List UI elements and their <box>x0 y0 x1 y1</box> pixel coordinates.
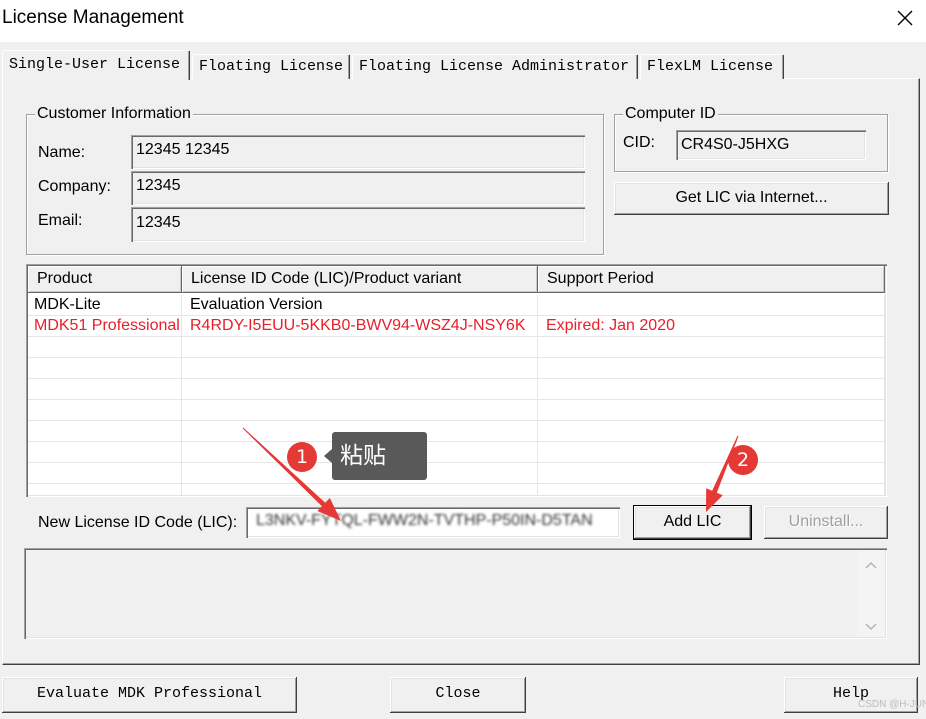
email-label: Email: <box>38 212 83 229</box>
new-lic-label: New License ID Code (LIC): <box>38 514 238 531</box>
close-button[interactable]: Close <box>390 677 526 713</box>
company-label: Company: <box>38 178 111 195</box>
cell-product: MDK51 Professional <box>28 316 182 337</box>
company-field[interactable]: 12345 <box>131 171 585 205</box>
column-header-support-period[interactable]: Support Period <box>538 266 885 293</box>
new-lic-value: L3NKV-FYTQL-FWW2N-TVTHP-P50IN-D5TAN <box>256 512 593 529</box>
tab-floating-license-administrator[interactable]: Floating License Administrator <box>352 54 638 79</box>
computer-id-title: Computer ID <box>623 104 718 124</box>
table-row[interactable]: MDK-Lite Evaluation Version <box>28 295 885 316</box>
tab-flexlm-license[interactable]: FlexLM License <box>640 54 784 79</box>
cid-field[interactable]: CR4S0-J5HXG <box>676 130 866 160</box>
customer-information-group: Customer Information Name: 12345 12345 C… <box>26 104 604 255</box>
step-2-badge: 2 <box>728 445 758 475</box>
cid-label: CID: <box>623 134 655 151</box>
cell-support-period: Expired: Jan 2020 <box>538 316 885 337</box>
paste-callout: 粘贴 <box>324 432 427 480</box>
step-1-badge: 1 <box>287 442 317 472</box>
vertical-scrollbar[interactable] <box>857 550 885 637</box>
new-lic-input[interactable]: L3NKV-FYTQL-FWW2N-TVTHP-P50IN-D5TAN <box>246 507 620 538</box>
cell-support-period <box>538 295 885 316</box>
uninstall-button[interactable]: Uninstall... <box>764 506 888 539</box>
tab-single-user-license[interactable]: Single-User License <box>2 50 190 80</box>
email-field[interactable]: 12345 <box>131 207 585 242</box>
watermark: CSDN @H-JUN <box>858 699 926 710</box>
computer-id-group: Computer ID CID: CR4S0-J5HXG <box>614 104 888 172</box>
close-icon[interactable] <box>893 6 917 30</box>
tab-floating-license[interactable]: Floating License <box>192 54 350 79</box>
cell-lic: R4RDY-I5EUU-5KKB0-BWV94-WSZ4J-NSY6K <box>182 316 538 337</box>
column-header-lic[interactable]: License ID Code (LIC)/Product variant <box>182 266 538 293</box>
cell-product: MDK-Lite <box>28 295 182 316</box>
empty-row <box>28 484 885 495</box>
empty-row <box>28 337 885 358</box>
title-bar: License Management <box>0 0 926 42</box>
chevron-down-icon[interactable] <box>864 621 878 631</box>
chevron-up-icon[interactable] <box>864 561 878 571</box>
column-header-product[interactable]: Product <box>28 266 182 293</box>
list-header: Product License ID Code (LIC)/Product va… <box>28 266 885 293</box>
customer-information-title: Customer Information <box>35 104 193 124</box>
window-title: License Management <box>2 7 184 28</box>
empty-row <box>28 358 885 379</box>
table-row[interactable]: MDK51 Professional R4RDY-I5EUU-5KKB0-BWV… <box>28 316 885 337</box>
status-box[interactable] <box>24 548 887 639</box>
evaluate-mdk-professional-button[interactable]: Evaluate MDK Professional <box>2 677 297 713</box>
name-field[interactable]: 12345 12345 <box>131 135 585 169</box>
empty-row <box>28 421 885 442</box>
add-lic-button[interactable]: Add LIC <box>633 505 752 540</box>
cell-lic: Evaluation Version <box>182 295 538 316</box>
empty-row <box>28 379 885 400</box>
get-lic-via-internet-button[interactable]: Get LIC via Internet... <box>614 182 889 215</box>
empty-row <box>28 400 885 421</box>
name-label: Name: <box>38 144 86 161</box>
